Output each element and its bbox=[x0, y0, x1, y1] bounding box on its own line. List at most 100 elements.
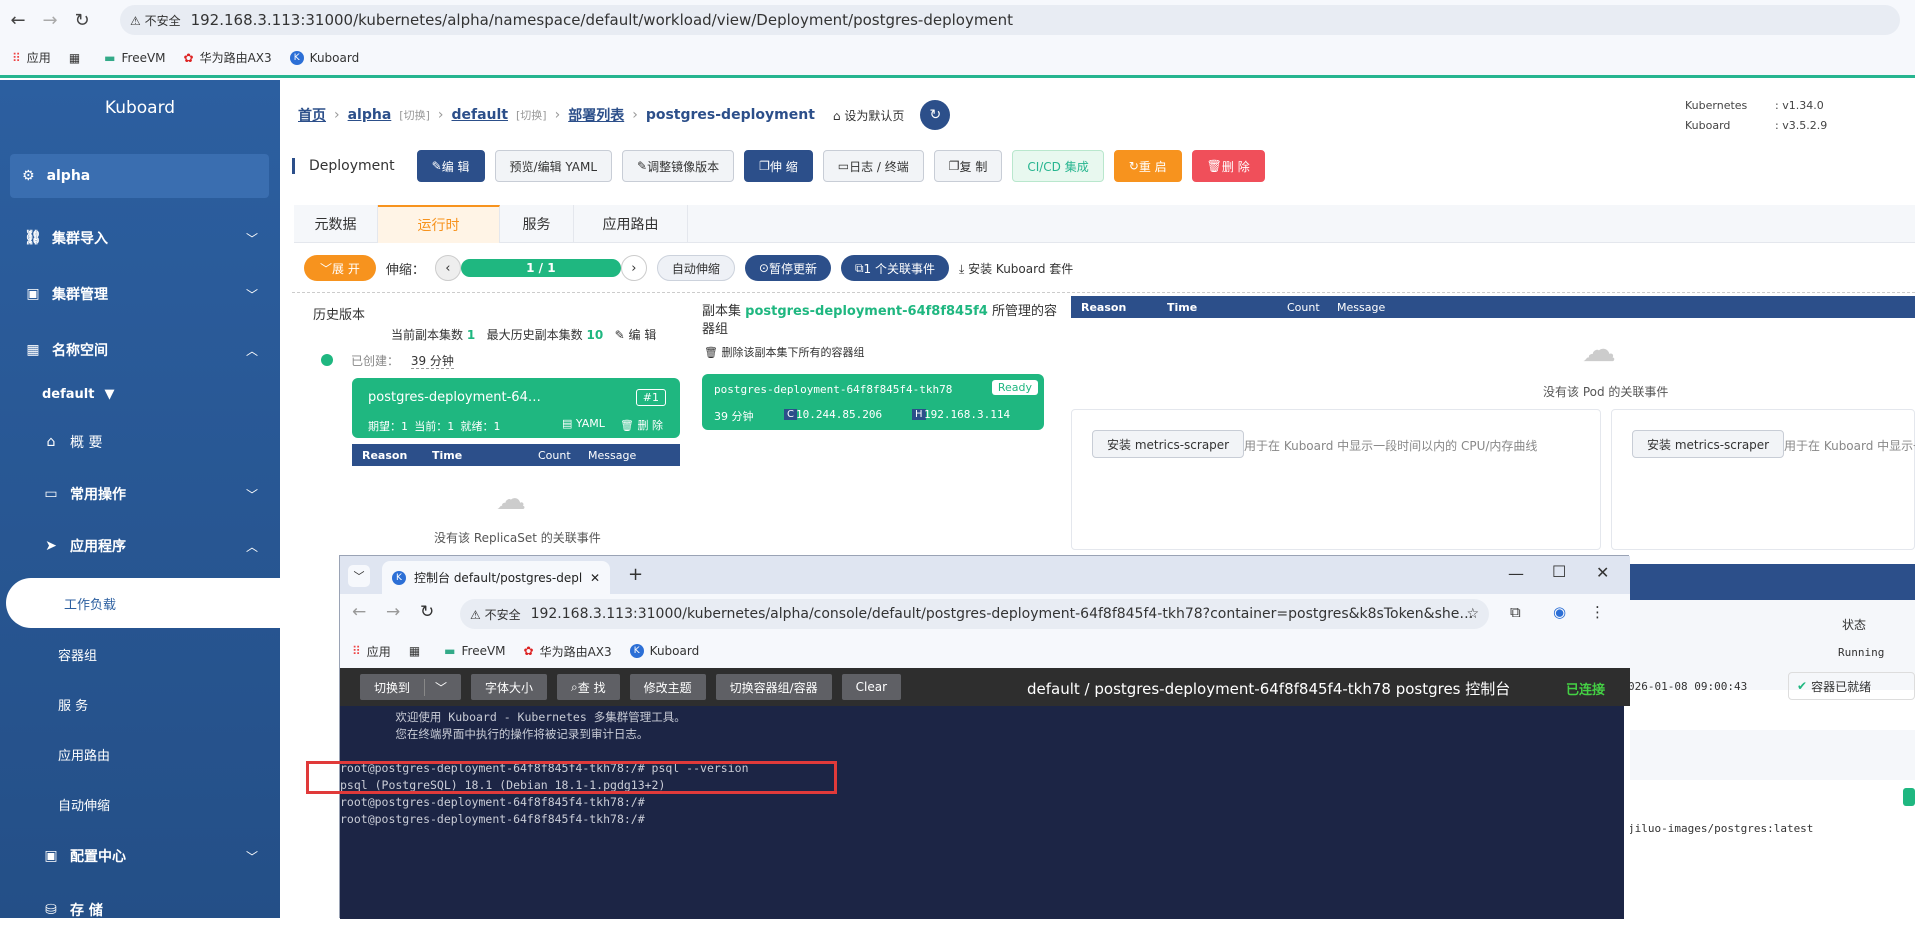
refresh-button[interactable]: ↻ bbox=[920, 100, 951, 130]
pod-card[interactable]: postgres-deployment-64f8f845f4-tkh78 Rea… bbox=[702, 374, 1044, 430]
address-bar[interactable]: ⚠ 不安全 192.168.3.113:31000/kubernetes/alp… bbox=[120, 5, 1900, 35]
switch-to-button[interactable]: 切换到 ﹀ bbox=[360, 674, 462, 700]
briefcase-icon: ▣ bbox=[44, 848, 58, 864]
sidebar-item-apps[interactable]: ➤ 应用程序 ︿ bbox=[0, 526, 280, 566]
crumb-home[interactable]: 首页 bbox=[298, 105, 326, 125]
image-version-button[interactable]: ✎ 调整镜像版本 bbox=[622, 150, 735, 182]
font-size-button[interactable]: 字体大小 bbox=[471, 674, 548, 700]
yaml-link[interactable]: ▤ YAML bbox=[562, 417, 605, 430]
minimize-icon[interactable]: — bbox=[1508, 564, 1524, 583]
crumb-switch-namespace[interactable]: [切换] bbox=[516, 107, 547, 123]
edit-button[interactable]: ✎ 编 辑 bbox=[416, 150, 485, 182]
more-icon[interactable]: ⋮ bbox=[1590, 603, 1605, 621]
cicd-button[interactable]: CI/CD 集成 bbox=[1012, 150, 1104, 182]
autoscale-button[interactable]: 自动伸缩 bbox=[656, 255, 735, 281]
bookmark-grid[interactable]: ▦ bbox=[69, 51, 86, 65]
crumb-deployment-list[interactable]: 部署列表 bbox=[568, 105, 624, 125]
insecure-badge[interactable]: ⚠ 不安全 bbox=[130, 12, 181, 29]
install-kuboard-link[interactable]: ⤓ 安装 Kuboard 套件 bbox=[959, 260, 1073, 277]
sidebar-item-storage[interactable]: ⛁ 存 储 bbox=[0, 890, 280, 930]
close-window-icon[interactable]: ✕ bbox=[1596, 563, 1609, 582]
sidebar-item-cluster-manage[interactable]: ▣ 集群管理 ﹀ bbox=[0, 274, 280, 314]
replicaset-card[interactable]: postgres-deployment-64… #1 期望：1 当前：1 就绪：… bbox=[352, 378, 680, 438]
profile-icon[interactable]: ◉ bbox=[1553, 603, 1566, 621]
bookmark-freevm[interactable]: ▬ FreeVM bbox=[444, 644, 505, 658]
find-button[interactable]: ⌕ 查 找 bbox=[557, 674, 620, 700]
sidebar-item-ingress[interactable]: 应用路由 bbox=[58, 745, 110, 764]
tab-list-button[interactable]: ﹀ bbox=[348, 565, 370, 587]
new-tab-icon[interactable]: + bbox=[628, 564, 643, 585]
clear-button[interactable]: Clear bbox=[841, 674, 902, 700]
maximize-icon[interactable]: ☐ bbox=[1552, 562, 1566, 581]
url-text[interactable]: 192.168.3.113:31000/kubernetes/alpha/nam… bbox=[191, 11, 1013, 29]
forward-icon[interactable]: → bbox=[36, 6, 64, 34]
related-events-button[interactable]: ⧉ 1 个关联事件 bbox=[840, 255, 949, 281]
namespace-selector[interactable]: default ▼ bbox=[0, 374, 280, 414]
delete-button[interactable]: 🗑 删 除 bbox=[1191, 150, 1265, 182]
sidebar-item-services[interactable]: 服 务 bbox=[58, 695, 88, 714]
scale-decrease-button[interactable]: ‹ bbox=[434, 255, 461, 281]
sidebar-item-common-ops[interactable]: ▭ 常用操作 ﹀ bbox=[0, 474, 280, 514]
sidebar-item-config[interactable]: ▣ 配置中心 ﹀ bbox=[0, 836, 280, 876]
tab-services[interactable]: 服务 bbox=[500, 205, 574, 243]
tab-ingress[interactable]: 应用路由 bbox=[574, 205, 688, 243]
install-metrics-button[interactable]: 安装 metrics-scraper bbox=[1632, 430, 1785, 458]
sidebar-item-cluster-import[interactable]: ⛓ 集群导入 ﹀ bbox=[0, 218, 280, 258]
max-replicaset-count: 10 bbox=[586, 328, 604, 342]
highlight-box bbox=[306, 761, 837, 794]
bookmark-apps[interactable]: ⠿ 应用 bbox=[12, 49, 51, 66]
scale-increase-button[interactable]: › bbox=[620, 255, 647, 281]
back-icon[interactable]: ← bbox=[352, 602, 366, 622]
reload-icon[interactable]: ↻ bbox=[68, 6, 96, 34]
default-page-link[interactable]: ⌂ 设为默认页 bbox=[833, 107, 904, 124]
replicaset-full-name[interactable]: postgres-deployment-64f8f845f4 bbox=[745, 304, 988, 319]
bookmark-huawei[interactable]: ✿ 华为路由AX3 bbox=[184, 49, 272, 66]
tab-metadata[interactable]: 元数据 bbox=[294, 205, 378, 243]
copy-button[interactable]: ❐ 复 制 bbox=[933, 150, 1003, 182]
reload-icon[interactable]: ↻ bbox=[420, 602, 434, 622]
detail-tabs: 元数据 运行时 服务 应用路由 bbox=[294, 205, 1915, 243]
bookmark-grid[interactable]: ▦ bbox=[409, 644, 426, 658]
bookmark-kuboard[interactable]: K Kuboard bbox=[289, 50, 359, 65]
back-icon[interactable]: ← bbox=[4, 6, 32, 34]
bookmark-huawei[interactable]: ✿ 华为路由AX3 bbox=[524, 643, 612, 660]
terminal-scrollbar[interactable] bbox=[1624, 706, 1630, 919]
pause-update-button[interactable]: ⊙ 暂停更新 bbox=[744, 255, 831, 281]
sidebar-item-namespace[interactable]: ▦ 名称空间 ︿ bbox=[0, 330, 280, 370]
bookmark-freevm[interactable]: ▬ FreeVM bbox=[104, 51, 165, 65]
col-count: Count bbox=[1287, 300, 1320, 314]
sidebar-item-pods[interactable]: 容器组 bbox=[58, 645, 97, 664]
forward-icon[interactable]: → bbox=[386, 602, 400, 622]
tab-runtime[interactable]: 运行时 bbox=[378, 205, 500, 243]
delete-pods-link[interactable]: 🗑 删除该副本集下所有的容器组 bbox=[704, 344, 864, 360]
insecure-badge[interactable]: ⚠ 不安全 bbox=[470, 606, 521, 623]
close-tab-icon[interactable]: ✕ bbox=[590, 571, 600, 585]
delete-rs-link[interactable]: 🗑 删 除 bbox=[620, 417, 663, 433]
freevm-icon: ▬ bbox=[444, 644, 456, 658]
crumb-namespace[interactable]: default bbox=[452, 107, 509, 123]
extensions-icon[interactable]: ⧉ bbox=[1510, 603, 1521, 621]
console-address-bar[interactable]: ⚠ 不安全 192.168.3.113:31000/kubernetes/alp… bbox=[460, 599, 1489, 629]
restart-button[interactable]: ↻ 重 启 bbox=[1113, 150, 1182, 182]
crumb-switch-cluster[interactable]: [切换] bbox=[399, 107, 430, 123]
sidebar-item-workloads[interactable]: 工作负载 bbox=[6, 578, 280, 628]
expand-button[interactable]: ﹀ 展 开 bbox=[304, 255, 376, 281]
scale-button[interactable]: ❐ 伸 缩 bbox=[744, 150, 813, 182]
brand-title: Kuboard bbox=[104, 98, 176, 118]
terminal[interactable]: 欢迎使用 Kuboard - Kubernetes 多集群管理工具。 您在终端界… bbox=[306, 706, 1630, 919]
yaml-button[interactable]: 预览/编辑 YAML bbox=[494, 150, 613, 182]
bookmark-apps[interactable]: ⠿ 应用 bbox=[352, 643, 391, 660]
edit-history-link[interactable]: ✎ 编 辑 bbox=[615, 328, 657, 342]
logs-terminal-button[interactable]: ▭ 日志 / 终端 bbox=[822, 150, 924, 182]
console-url[interactable]: 192.168.3.113:31000/kubernetes/alpha/con… bbox=[531, 606, 1474, 622]
sidebar-item-overview[interactable]: ⌂ 概 要 bbox=[0, 422, 280, 462]
console-browser-tab[interactable]: K 控制台 default/postgres-depl ✕ bbox=[382, 561, 610, 594]
switch-container-button[interactable]: 切换容器组/容器 bbox=[715, 674, 832, 700]
sidebar-item-autoscale[interactable]: 自动伸缩 bbox=[58, 795, 110, 814]
star-icon[interactable]: ☆ bbox=[1466, 606, 1479, 622]
crumb-cluster[interactable]: alpha bbox=[348, 107, 392, 123]
bookmark-kuboard[interactable]: K Kuboard bbox=[629, 644, 699, 658]
theme-button[interactable]: 修改主题 bbox=[629, 674, 706, 700]
cluster-selector[interactable]: ⚙ alpha bbox=[10, 154, 269, 198]
install-metrics-button[interactable]: 安装 metrics-scraper bbox=[1092, 430, 1245, 458]
